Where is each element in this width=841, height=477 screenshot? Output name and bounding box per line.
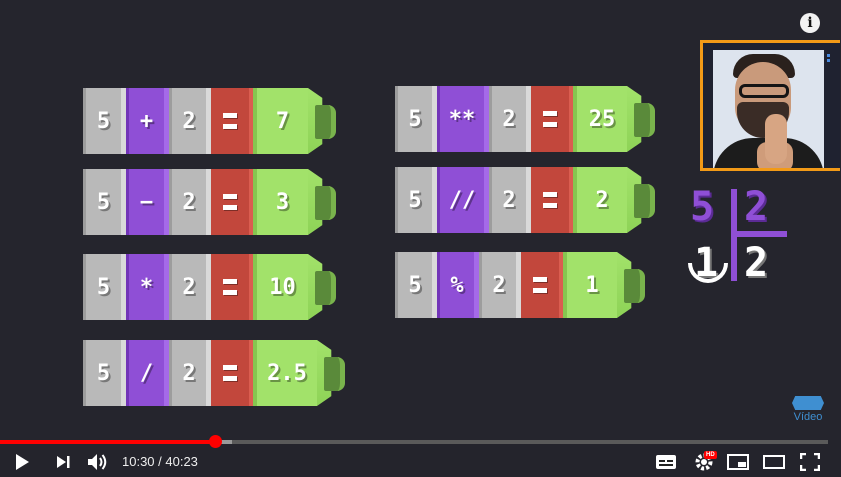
operand-a: 5 xyxy=(395,86,437,152)
subtitles-button[interactable] xyxy=(654,451,678,473)
presenter-image xyxy=(713,50,824,168)
equals-block xyxy=(531,86,573,152)
result: 10 xyxy=(253,254,308,320)
equation-row-add: 5 + 2 7 xyxy=(83,88,343,154)
result-cap-end xyxy=(315,105,336,139)
operator: * xyxy=(126,254,169,320)
equals-block xyxy=(211,88,253,154)
operand-a: 5 xyxy=(83,169,126,235)
volume-button[interactable] xyxy=(86,451,110,473)
thumbs-up-icon xyxy=(765,114,787,164)
quotient: 2 xyxy=(744,240,769,286)
operand-b: 2 xyxy=(489,167,531,233)
play-button[interactable] xyxy=(10,451,34,473)
operator: − xyxy=(126,169,169,235)
webcam-overlay xyxy=(700,40,840,171)
operator: + xyxy=(126,88,169,154)
progress-bar[interactable] xyxy=(0,435,828,448)
operator: // xyxy=(437,167,489,233)
operand-b: 2 xyxy=(169,254,211,320)
miniplayer-icon xyxy=(727,454,749,470)
operand-b: 2 xyxy=(169,88,211,154)
video-frame[interactable]: 5 + 2 7 5 − 2 3 5 * 2 10 5 / 2 2.5 5 ** xyxy=(0,0,841,440)
operand-b: 2 xyxy=(479,252,521,318)
equals-block xyxy=(211,254,253,320)
divisor: 2 xyxy=(744,184,769,230)
result-cap-end xyxy=(634,184,655,218)
operand-a: 5 xyxy=(83,340,126,406)
result-cap-end xyxy=(315,186,336,220)
operator: % xyxy=(437,252,479,318)
result-cap-end xyxy=(624,269,645,303)
webcam-dots-icon xyxy=(827,54,831,63)
equation-row-modulo: 5 % 2 1 xyxy=(395,252,655,318)
dividend: 5 xyxy=(690,184,715,230)
operand-a: 5 xyxy=(395,252,437,318)
video-badge-label: Vídeo xyxy=(793,411,823,423)
info-icon[interactable]: i xyxy=(800,13,820,33)
next-icon xyxy=(57,456,70,468)
video-badge-icon xyxy=(792,396,824,410)
result-cap-end xyxy=(634,103,655,137)
result: 25 xyxy=(573,86,627,152)
operand-a: 5 xyxy=(395,167,437,233)
next-button[interactable] xyxy=(52,451,74,473)
floor-division-illustration: 5 2 1 2 xyxy=(688,185,798,295)
equals-block xyxy=(531,167,573,233)
operand-a: 5 xyxy=(83,88,126,154)
result: 7 xyxy=(253,88,308,154)
equals-block xyxy=(521,252,563,318)
fullscreen-button[interactable] xyxy=(798,451,822,473)
result: 2.5 xyxy=(253,340,317,406)
operand-a: 5 xyxy=(83,254,126,320)
equals-block xyxy=(211,340,253,406)
play-icon xyxy=(16,454,29,470)
result: 1 xyxy=(563,252,617,318)
player-controls: 10:30 / 40:23 HD xyxy=(0,447,841,477)
miniplayer-button[interactable] xyxy=(726,451,750,473)
result-cap-end xyxy=(315,271,336,305)
time-display: 10:30 / 40:23 xyxy=(122,454,198,469)
operand-b: 2 xyxy=(489,86,531,152)
result: 2 xyxy=(573,167,627,233)
operator: ** xyxy=(437,86,489,152)
equals-block xyxy=(211,169,253,235)
equation-row-power: 5 ** 2 25 xyxy=(395,86,665,152)
operand-b: 2 xyxy=(169,169,211,235)
equation-row-subtract: 5 − 2 3 xyxy=(83,169,343,235)
result: 3 xyxy=(253,169,308,235)
operator: / xyxy=(126,340,169,406)
subtitles-icon xyxy=(656,455,676,469)
video-badge[interactable]: Vídeo xyxy=(789,396,827,426)
result-cap-end xyxy=(324,357,345,391)
division-bracket-horizontal xyxy=(731,231,787,237)
operand-b: 2 xyxy=(169,340,211,406)
fullscreen-icon xyxy=(800,453,820,471)
theater-mode-button[interactable] xyxy=(762,451,786,473)
equation-row-floor-divide: 5 // 2 2 xyxy=(395,167,665,233)
hd-badge: HD xyxy=(704,451,717,459)
equation-row-divide: 5 / 2 2.5 xyxy=(83,340,353,406)
progress-played xyxy=(0,440,216,444)
theater-icon xyxy=(763,455,785,469)
equation-row-multiply: 5 * 2 10 xyxy=(83,254,343,320)
volume-icon xyxy=(88,454,107,470)
